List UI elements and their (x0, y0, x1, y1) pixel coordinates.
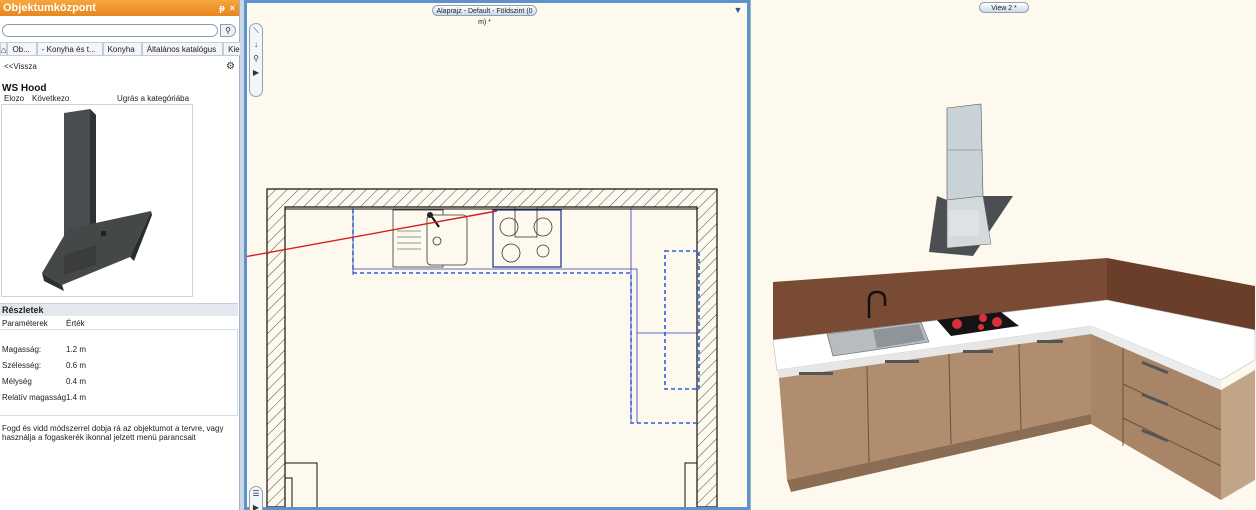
property-row: Szélesség: 0.6 m (0, 360, 238, 372)
property-value[interactable]: 1.2 m (66, 344, 86, 356)
property-name: Szélesség: (2, 361, 42, 370)
next-link[interactable]: Következo (32, 94, 69, 103)
back-link[interactable]: <<Vissza (4, 62, 37, 71)
column-header-param: Paraméterek (2, 319, 48, 328)
search-icon[interactable]: ⚲ (220, 24, 236, 37)
object-name: WS Hood (2, 83, 47, 94)
details-columns: Paraméterek Érték (0, 317, 238, 330)
property-value[interactable]: 0.6 m (66, 360, 86, 372)
property-name: Mélység (2, 377, 32, 386)
breadcrumb-item[interactable]: Kieg (223, 42, 240, 56)
breadcrumb-item[interactable]: Ob... (7, 42, 37, 56)
breadcrumb: ⌂ Ob... - Konyha és t... Konyha Általáno… (0, 42, 240, 56)
panel-title-bar: Objektumközpont ᵽ × (0, 0, 239, 16)
property-row: Magasság: 1.2 m (0, 344, 238, 356)
home-icon[interactable]: ⌂ (0, 42, 8, 56)
gear-icon[interactable]: ⚙ (226, 61, 235, 72)
panel-title: Objektumközpont (3, 2, 96, 14)
floor-plan-drawing (247, 188, 718, 507)
breadcrumb-item[interactable]: - Konyha és t... (36, 42, 103, 56)
pin-icon[interactable]: ᵽ (219, 3, 225, 13)
jump-category-link[interactable]: Ugrás a kategóriába (117, 94, 189, 103)
details-header: Részletek (0, 303, 238, 316)
search-row: ⚲ (2, 24, 236, 37)
usage-hint: Fogd és vidd módszerrel dobja rá az obje… (2, 424, 224, 442)
object-center-panel: Objektumközpont ᵽ × ⚲ ⌂ Ob... - Konyha é… (0, 0, 240, 510)
breadcrumb-item[interactable]: Általános katalógus (141, 42, 224, 56)
property-row: Relatív magasság 1.4 m (0, 392, 238, 404)
3d-view[interactable]: View 2 * (750, 0, 1256, 510)
hood-preview-image (42, 109, 152, 291)
property-name: Magasság: (2, 345, 42, 354)
property-name: Relatív magasság (2, 393, 67, 402)
property-value[interactable]: 0.4 m (66, 376, 86, 388)
search-input[interactable] (2, 24, 218, 37)
column-header-value: Érték (66, 319, 85, 328)
property-value[interactable]: 1.4 m (66, 392, 86, 404)
object-preview[interactable] (1, 104, 193, 297)
property-row: Mélység 0.4 m (0, 376, 238, 388)
close-icon[interactable]: × (230, 3, 235, 13)
3d-kitchen-render (772, 103, 1256, 500)
floor-plan-view[interactable]: Alaprajz - Default - Földszint (0 m) * ▼… (244, 0, 750, 510)
object-nav: Elozo Következo Ugrás a kategóriába (4, 94, 234, 104)
prev-link[interactable]: Elozo (4, 94, 24, 103)
breadcrumb-item[interactable]: Konyha (102, 42, 142, 56)
app-window: Objektumközpont ᵽ × ⚲ ⌂ Ob... - Konyha é… (0, 0, 1256, 510)
